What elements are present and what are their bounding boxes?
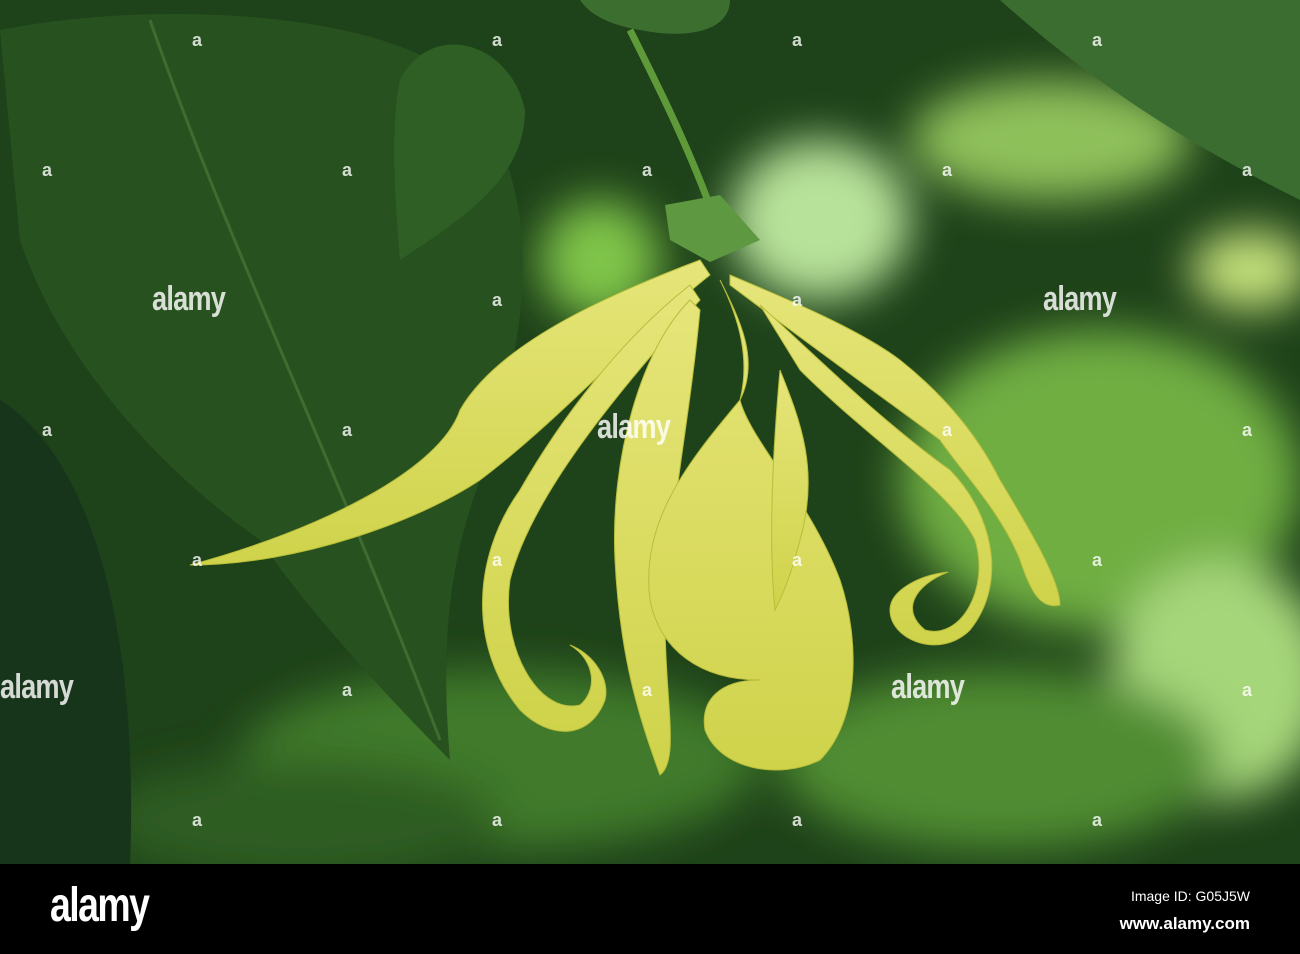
svg-text:a: a (192, 30, 203, 50)
svg-text:a: a (642, 680, 653, 700)
svg-text:a: a (792, 810, 803, 830)
watermark: alamy (891, 668, 965, 706)
svg-text:a: a (1242, 420, 1253, 440)
svg-text:a: a (342, 420, 353, 440)
svg-text:a: a (42, 420, 53, 440)
svg-text:a: a (192, 550, 203, 570)
watermark: alamy (1043, 280, 1117, 318)
watermark: alamy (597, 408, 671, 446)
svg-text:a: a (942, 420, 953, 440)
svg-text:a: a (42, 160, 53, 180)
svg-text:a: a (1092, 550, 1103, 570)
svg-text:a: a (1092, 810, 1103, 830)
alamy-logo: alamy (50, 879, 150, 932)
svg-text:a: a (642, 160, 653, 180)
svg-text:a: a (342, 160, 353, 180)
footer-bar: alamy Image ID: G05J5W www.alamy.com (0, 864, 1300, 954)
svg-text:a: a (342, 680, 353, 700)
svg-text:a: a (1242, 160, 1253, 180)
svg-text:a: a (492, 810, 503, 830)
svg-text:a: a (792, 290, 803, 310)
watermark: alamy (0, 668, 74, 706)
svg-text:a: a (492, 550, 503, 570)
svg-text:a: a (1242, 680, 1253, 700)
svg-text:a: a (192, 810, 203, 830)
stock-photo: a a a a a a a a a a a a a a a a a a a a a a a a a a alamy a… (0, 0, 1300, 954)
svg-text:a: a (492, 30, 503, 50)
svg-text:a: a (492, 290, 503, 310)
svg-text:a: a (792, 30, 803, 50)
svg-text:a: a (1092, 30, 1103, 50)
svg-text:a: a (792, 550, 803, 570)
svg-text:a: a (942, 160, 953, 180)
site-url: www.alamy.com (1119, 914, 1250, 933)
watermark: alamy (152, 280, 226, 318)
image-id: Image ID: G05J5W (1130, 888, 1250, 904)
